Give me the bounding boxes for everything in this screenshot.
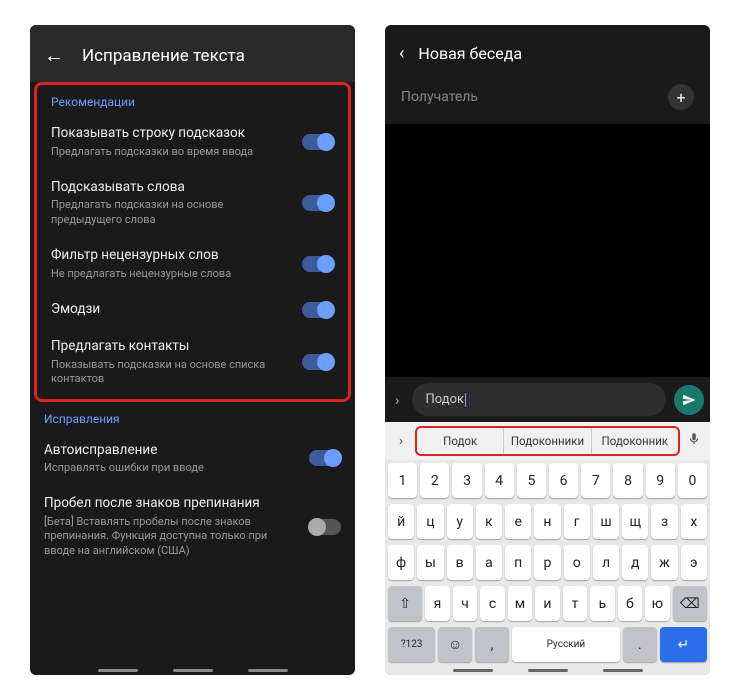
key-letter[interactable]: ю xyxy=(645,586,669,621)
key-letter[interactable]: ы xyxy=(417,545,443,580)
section-title: Рекомендации xyxy=(37,85,348,115)
key-letter[interactable]: п xyxy=(505,545,531,580)
mic-icon[interactable] xyxy=(682,432,706,450)
key-row-1: й ц у к е н г ш щ з х xyxy=(385,501,710,542)
key-letter[interactable]: г xyxy=(564,504,590,539)
key-dot[interactable]: . xyxy=(623,627,657,662)
key-7[interactable]: 7 xyxy=(581,463,610,498)
key-emoji[interactable]: ☺ xyxy=(438,627,472,662)
key-row-4: ?123 ☺ , Русский . ↵ xyxy=(385,624,710,665)
key-letter[interactable]: л xyxy=(593,545,619,580)
key-shift[interactable]: ⇧ xyxy=(388,586,422,621)
header-title: Исправление текста xyxy=(82,46,245,66)
setting-emoji[interactable]: Эмодзи xyxy=(37,291,348,329)
toggle-space-after-punct[interactable] xyxy=(309,519,341,535)
toggle-show-suggestions[interactable] xyxy=(302,134,334,150)
key-letter[interactable]: н xyxy=(534,504,560,539)
suggestions-expand-icon[interactable]: › xyxy=(389,433,413,449)
add-recipient-button[interactable]: + xyxy=(668,84,694,110)
key-letter[interactable]: ь xyxy=(590,586,614,621)
key-letter[interactable]: м xyxy=(508,586,532,621)
suggestion-item[interactable]: Подоконники xyxy=(504,428,591,454)
key-letter[interactable]: я xyxy=(425,586,449,621)
toggle-profanity-filter[interactable] xyxy=(302,256,334,272)
toggle-emoji[interactable] xyxy=(302,302,334,318)
key-letter[interactable]: и xyxy=(535,586,559,621)
key-letter[interactable]: ф xyxy=(388,545,414,580)
recipient-label: Получатель xyxy=(401,89,668,105)
key-row-2: ф ы в а п р о л д ж э xyxy=(385,542,710,583)
send-button[interactable] xyxy=(674,385,704,415)
key-2[interactable]: 2 xyxy=(420,463,449,498)
setting-suggest-contacts[interactable]: Предлагать контакты Показывать подсказки… xyxy=(37,328,348,396)
setting-space-after-punct[interactable]: Пробел после знаков препинания [Бета] Вс… xyxy=(30,485,355,567)
highlight-box-suggestions: Подок Подоконники Подоконник xyxy=(415,426,680,456)
toggle-autocorrect[interactable] xyxy=(309,450,341,466)
key-letter[interactable]: й xyxy=(388,504,414,539)
key-letter[interactable]: к xyxy=(476,504,502,539)
key-enter[interactable]: ↵ xyxy=(660,627,707,662)
chat-header: ‹ Новая беседа xyxy=(385,25,710,74)
suggestion-item[interactable]: Подоконник xyxy=(592,428,678,454)
key-letter[interactable]: ц xyxy=(417,504,443,539)
keyboard: › Подок Подоконники Подоконник 1 2 3 4 5… xyxy=(385,422,710,675)
setting-autocorrect[interactable]: Автоисправление Исправлять ошибки при вв… xyxy=(30,432,355,486)
highlight-box-recommendations: Рекомендации Показывать строку подсказок… xyxy=(34,82,351,402)
key-letter[interactable]: ж xyxy=(651,545,677,580)
key-row-3: ⇧ я ч с м и т ь б ю ⌫ xyxy=(385,583,710,624)
key-1[interactable]: 1 xyxy=(388,463,417,498)
key-letter[interactable]: е xyxy=(505,504,531,539)
key-letter[interactable]: э xyxy=(681,545,707,580)
phone-chat: ‹ Новая беседа Получатель + › Подок › По… xyxy=(385,25,710,675)
setting-suggest-words[interactable]: Подсказывать слова Предлагать подсказки … xyxy=(37,169,348,237)
suggestion-item[interactable]: Подок xyxy=(417,428,504,454)
android-nav-bar[interactable] xyxy=(30,665,355,675)
message-input[interactable]: Подок xyxy=(412,383,666,416)
key-letter[interactable]: д xyxy=(622,545,648,580)
setting-show-suggestions[interactable]: Показывать строку подсказок Предлагать п… xyxy=(37,115,348,169)
key-row-numbers: 1 2 3 4 5 6 7 8 9 0 xyxy=(385,460,710,501)
key-letter[interactable]: х xyxy=(681,504,707,539)
key-space[interactable]: Русский xyxy=(512,627,620,662)
chat-title: Новая беседа xyxy=(418,44,522,63)
key-letter[interactable]: з xyxy=(651,504,677,539)
key-8[interactable]: 8 xyxy=(613,463,642,498)
key-symbols[interactable]: ?123 xyxy=(388,627,435,662)
key-letter[interactable]: у xyxy=(447,504,473,539)
key-6[interactable]: 6 xyxy=(549,463,578,498)
key-letter[interactable]: ч xyxy=(453,586,477,621)
key-0[interactable]: 0 xyxy=(678,463,707,498)
back-icon[interactable]: ← xyxy=(44,43,64,68)
key-comma[interactable]: , xyxy=(475,627,509,662)
back-icon[interactable]: ‹ xyxy=(399,43,404,64)
section-title: Исправления xyxy=(30,402,355,432)
setting-profanity-filter[interactable]: Фильтр нецензурных слов Не предлагать не… xyxy=(37,237,348,291)
key-4[interactable]: 4 xyxy=(485,463,514,498)
key-letter[interactable]: в xyxy=(447,545,473,580)
key-letter[interactable]: ш xyxy=(593,504,619,539)
key-9[interactable]: 9 xyxy=(646,463,675,498)
chat-body xyxy=(385,124,710,377)
key-letter[interactable]: а xyxy=(476,545,502,580)
key-letter[interactable]: щ xyxy=(622,504,648,539)
toggle-suggest-words[interactable] xyxy=(302,195,334,211)
suggestion-row: › Подок Подоконники Подоконник xyxy=(385,422,710,460)
recipient-row[interactable]: Получатель + xyxy=(385,74,710,124)
send-icon xyxy=(682,393,696,407)
key-letter[interactable]: о xyxy=(564,545,590,580)
key-letter[interactable]: р xyxy=(534,545,560,580)
key-5[interactable]: 5 xyxy=(517,463,546,498)
message-input-row: › Подок xyxy=(385,377,710,422)
settings-header: ← Исправление текста xyxy=(30,25,355,82)
key-backspace[interactable]: ⌫ xyxy=(673,586,707,621)
phone-settings: ← Исправление текста Рекомендации Показы… xyxy=(30,25,355,675)
key-letter[interactable]: с xyxy=(480,586,504,621)
key-3[interactable]: 3 xyxy=(452,463,481,498)
expand-icon[interactable]: › xyxy=(391,391,404,409)
key-letter[interactable]: т xyxy=(563,586,587,621)
android-nav-bar[interactable] xyxy=(385,665,710,675)
toggle-suggest-contacts[interactable] xyxy=(302,354,334,370)
key-letter[interactable]: б xyxy=(618,586,642,621)
